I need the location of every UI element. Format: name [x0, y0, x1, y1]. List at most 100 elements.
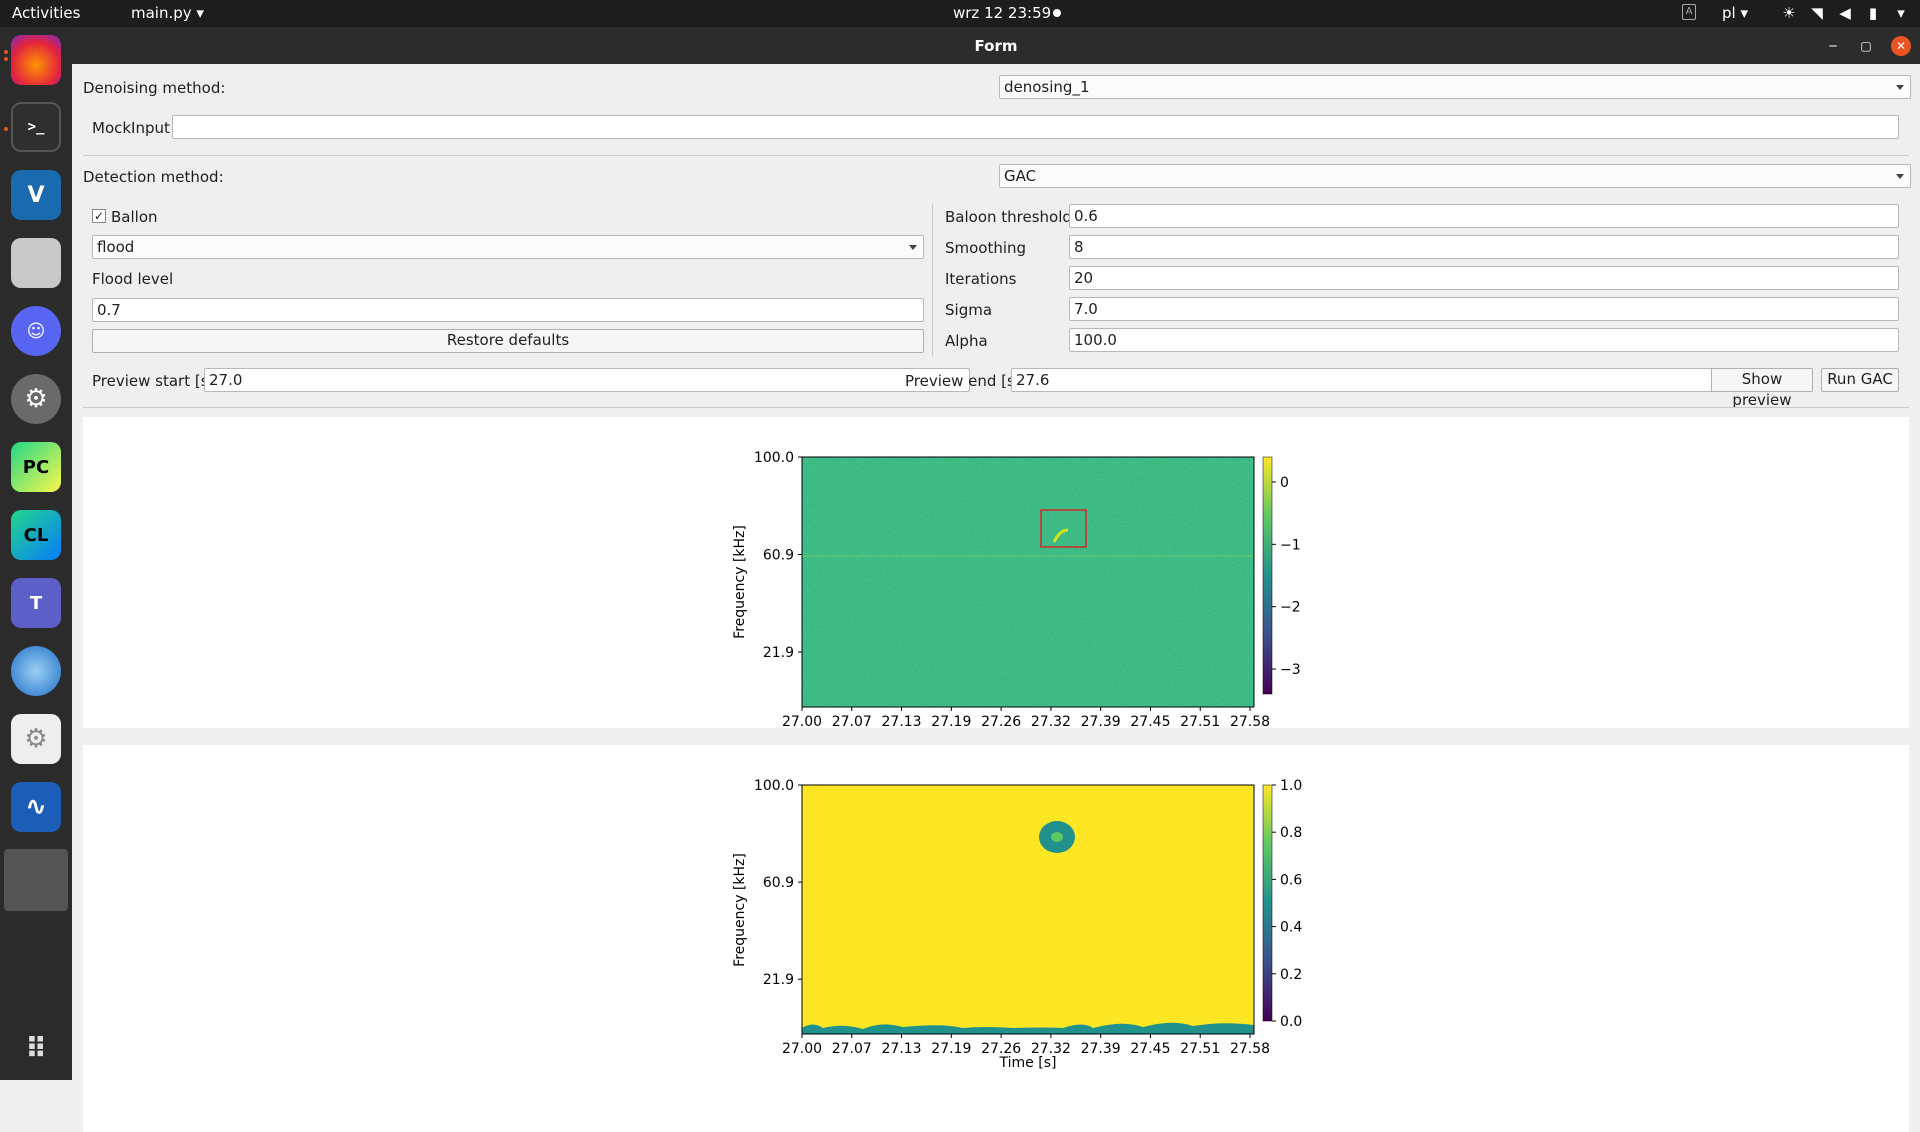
teams-icon[interactable]: T — [11, 578, 61, 628]
sigma-label: Sigma — [945, 301, 993, 319]
wifi-icon: ◥ — [1811, 4, 1823, 22]
chevron-down-icon — [1896, 174, 1904, 179]
alpha-input[interactable]: 100.0 — [1069, 328, 1899, 352]
ballon-checkbox[interactable]: ✓ — [92, 209, 106, 223]
segmentation-mask-chart: 27.00 27.07 27.13 27.19 27.26 27.32 27.39 27.45… — [732, 778, 1302, 1071]
show-apps-icon[interactable]: ⠿ — [11, 1023, 61, 1073]
x-tick-label: 27.07 — [832, 1041, 872, 1057]
divider — [83, 155, 1909, 156]
x-tick-label: 27.45 — [1130, 714, 1170, 728]
iterations-input[interactable]: 20 — [1069, 266, 1899, 290]
column-divider — [932, 204, 933, 356]
software-icon[interactable]: ⚙ — [11, 714, 61, 764]
flood-level-input[interactable]: 0.7 — [92, 298, 924, 322]
spectrogram-panel: 27.00 27.07 27.13 27.19 27.26 27.32 27.39 27.45… — [83, 417, 1909, 728]
detection-method-label: Detection method: — [83, 168, 224, 186]
y-axis-label: Frequency [kHz] — [732, 853, 748, 967]
spectrogram-chart: 27.00 27.07 27.13 27.19 27.26 27.32 27.39 27.45… — [732, 450, 1301, 728]
app-menu[interactable]: main.py ▾ — [131, 4, 204, 22]
vnc-icon[interactable]: V — [11, 170, 61, 220]
preview-start-input[interactable]: 27.0 — [204, 368, 970, 392]
notification-dot-icon — [1053, 9, 1061, 17]
x-tick-label: 27.19 — [931, 1041, 971, 1057]
system-tray[interactable]: ☀ ◥ ◀ ▮ ▾ — [1780, 4, 1910, 22]
firefox-icon[interactable] — [11, 35, 61, 85]
mock-input-field[interactable] — [172, 115, 1899, 139]
show-preview-button[interactable]: Show preview — [1711, 368, 1813, 409]
power-menu-icon: ▾ — [1897, 4, 1905, 22]
top-bar: Activities main.py ▾ wrz 12 23:59 A pl ▾… — [0, 0, 1920, 27]
maximize-button[interactable]: ▢ — [1856, 36, 1876, 56]
running-indicator — [4, 57, 8, 61]
colorbar-tick-label: 0 — [1280, 475, 1289, 491]
volume-icon: ◀ — [1839, 4, 1851, 22]
terminal-icon[interactable]: >_ — [11, 102, 61, 152]
colorbar-tick-label: 0.2 — [1280, 967, 1302, 983]
smoothing-input[interactable]: 8 — [1069, 235, 1899, 259]
y-tick-label: 21.9 — [763, 645, 794, 661]
files-icon[interactable] — [11, 238, 61, 288]
battery-icon: ▮ — [1868, 4, 1878, 22]
colorbar-tick-label: 0.4 — [1280, 920, 1302, 936]
x-tick-label: 27.32 — [1031, 714, 1071, 728]
form-content: Denoising method: denosing_1 MockInput D… — [72, 64, 1920, 1132]
denoising-method-select[interactable]: denosing_1 — [999, 75, 1911, 99]
keyboard-icon[interactable]: A — [1682, 4, 1696, 20]
discord-icon[interactable]: ☺ — [11, 306, 61, 356]
restore-defaults-button[interactable]: Restore defaults — [92, 329, 924, 353]
x-tick-label: 27.45 — [1130, 1041, 1170, 1057]
pycharm-icon[interactable]: PC — [11, 442, 61, 492]
y-tick-label: 60.9 — [763, 548, 794, 564]
detection-method-value: GAC — [1004, 167, 1037, 185]
settings-icon[interactable]: ⚙ — [11, 374, 61, 424]
ballon-mode-value: flood — [97, 238, 135, 256]
clion-icon[interactable]: CL — [11, 510, 61, 560]
preview-end-label: Preview end [s] — [905, 372, 1021, 390]
x-tick-label: 27.26 — [981, 714, 1021, 728]
baloon-threshold-label: Baloon threshold — [945, 208, 1072, 226]
spectrogram-heatmap — [802, 457, 1254, 707]
run-gac-button[interactable]: Run GAC — [1821, 368, 1899, 392]
dock: >_ V ☺ ⚙ PC CL T ⚙ ∿ ⠿ — [0, 27, 72, 1080]
system-monitor-icon[interactable]: ∿ — [11, 782, 61, 832]
denoising-method-value: denosing_1 — [1004, 78, 1090, 96]
x-tick-label: 27.07 — [832, 714, 872, 728]
activities-button[interactable]: Activities — [12, 4, 80, 22]
x-tick-label: 27.51 — [1180, 1041, 1220, 1057]
sigma-input[interactable]: 7.0 — [1069, 297, 1899, 321]
ballon-mode-select[interactable]: flood — [92, 235, 924, 259]
x-tick-label: 27.00 — [782, 714, 822, 728]
colorbar-tick-label: −2 — [1280, 600, 1301, 616]
minimize-button[interactable]: ─ — [1823, 36, 1843, 56]
x-tick-label: 27.58 — [1230, 714, 1270, 728]
y-tick-label: 100.0 — [754, 450, 794, 466]
colorbar-tick-label: 1.0 — [1280, 778, 1302, 794]
language-selector[interactable]: pl ▾ — [1722, 4, 1748, 22]
x-tick-label: 27.13 — [882, 1041, 922, 1057]
preview-end-input[interactable]: 27.6 — [1011, 368, 1775, 392]
colorbar-tick-label: −3 — [1280, 662, 1301, 678]
clock[interactable]: wrz 12 23:59 — [953, 4, 1051, 22]
chevron-down-icon — [1896, 85, 1904, 90]
y-tick-label: 60.9 — [763, 875, 794, 891]
iterations-label: Iterations — [945, 270, 1017, 288]
colorbar-tick-label: 0.0 — [1280, 1014, 1302, 1030]
x-tick-label: 27.19 — [931, 714, 971, 728]
detection-method-select[interactable]: GAC — [999, 164, 1911, 188]
divider — [83, 407, 1909, 408]
y-tick-label: 100.0 — [754, 778, 794, 794]
active-window-icon[interactable] — [4, 849, 68, 911]
x-tick-label: 27.13 — [882, 714, 922, 728]
colorbar-tick-label: 0.6 — [1280, 872, 1302, 888]
mock-input-label: MockInput — [92, 119, 170, 137]
x-tick-label: 27.51 — [1180, 714, 1220, 728]
baloon-threshold-input[interactable]: 0.6 — [1069, 204, 1899, 228]
x-tick-label: 27.39 — [1081, 714, 1121, 728]
window-titlebar: Form ─ ▢ ✕ — [72, 27, 1920, 64]
y-tick-label: 21.9 — [763, 972, 794, 988]
x-tick-label: 27.58 — [1230, 1041, 1270, 1057]
flood-level-label: Flood level — [92, 270, 174, 288]
close-button[interactable]: ✕ — [1891, 36, 1911, 56]
thunderbird-icon[interactable] — [11, 646, 61, 696]
x-tick-label: 27.00 — [782, 1041, 822, 1057]
